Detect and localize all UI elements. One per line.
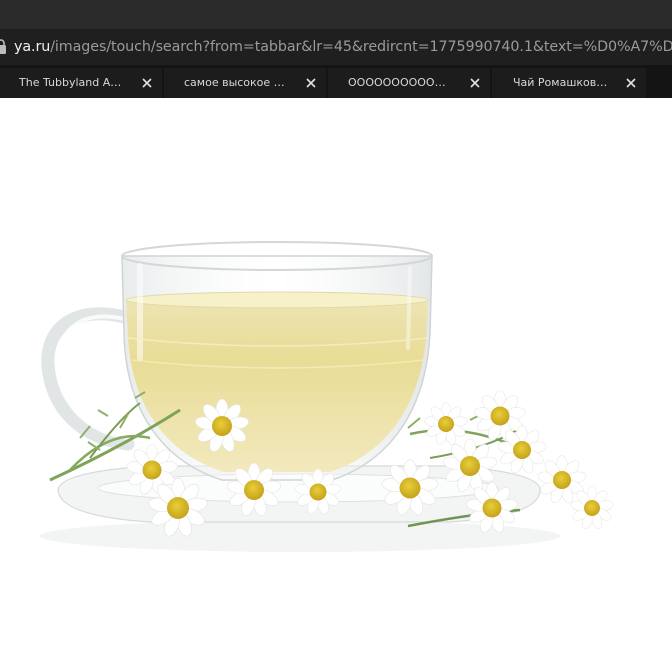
tab-chamomile-tea[interactable]: Чай Ромашковый…	[492, 68, 646, 98]
close-icon[interactable]	[625, 77, 637, 89]
tab-label: The Tubbyland Arc…	[19, 76, 124, 89]
close-icon[interactable]	[469, 77, 481, 89]
tab-ooo[interactable]: ОООООООООООО…	[328, 68, 490, 98]
tab-tallest-building[interactable]: самое высокое зд…	[164, 68, 326, 98]
tab-label: Чай Ромашковый…	[513, 76, 615, 89]
chamomile-tea-photo	[40, 241, 615, 552]
url-path: /images/touch/search?from=tabbar&lr=45&r…	[50, 39, 672, 55]
image-viewer[interactable]	[0, 98, 672, 672]
tab-tubbyland[interactable]: The Tubbyland Arc…	[0, 68, 162, 98]
tab-label: самое высокое зд…	[184, 76, 288, 89]
url-domain: ya.ru	[14, 39, 51, 55]
close-icon[interactable]	[141, 77, 153, 89]
close-icon[interactable]	[305, 77, 317, 89]
lock-icon	[0, 39, 6, 54]
browser-top-strip	[0, 0, 672, 29]
tab-label: ОООООООООООО…	[348, 76, 452, 89]
tab-bar: The Tubbyland Arc… самое высокое зд… ООО…	[0, 65, 672, 98]
url-text[interactable]: ya.ru/images/touch/search?from=tabbar&lr…	[14, 37, 672, 57]
address-bar[interactable]: ya.ru/images/touch/search?from=tabbar&lr…	[0, 29, 672, 65]
